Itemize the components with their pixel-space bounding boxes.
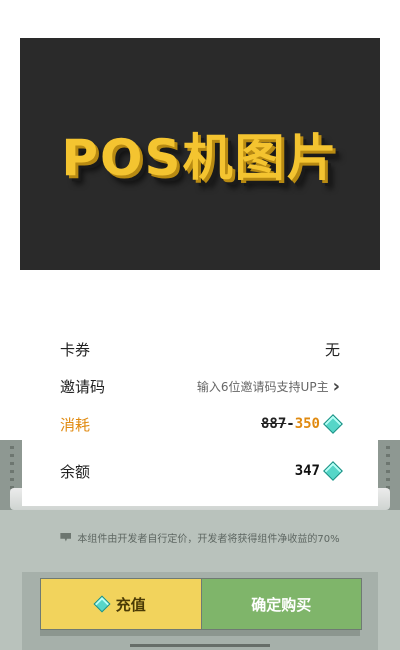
- product-banner: POS机图片: [20, 38, 380, 270]
- recharge-label: 充值: [115, 595, 146, 614]
- chevron-right-icon: ›: [332, 375, 340, 397]
- balance-label: 余额: [60, 462, 91, 481]
- info-icon: [60, 532, 72, 542]
- action-buttons: 充值 确定购买: [40, 578, 362, 630]
- discount-price: 350: [294, 416, 320, 432]
- price-dash: -: [286, 416, 295, 432]
- cost-label: 消耗: [60, 415, 91, 434]
- balance-amount: 347: [294, 463, 320, 479]
- developer-pricing-notice: 本组件由开发者自行定价，开发者将获得组件净收益的70%: [0, 528, 400, 546]
- invite-code-placeholder: 输入6位邀请码支持UP主: [196, 379, 329, 394]
- balance-value: 347: [294, 461, 343, 481]
- coupon-row[interactable]: 卡券 无: [60, 337, 340, 361]
- cost-row: 消耗 887 - 350: [60, 412, 343, 436]
- coupon-value: 无: [324, 340, 340, 359]
- diamond-icon: [323, 414, 343, 434]
- invite-code-label: 邀请码: [60, 377, 106, 396]
- coupon-label: 卡券: [60, 340, 91, 359]
- diamond-icon: [323, 461, 343, 481]
- notice-text: 本组件由开发者自行定价，开发者将获得组件净收益的70%: [77, 533, 340, 545]
- banner-title: POS机图片: [61, 129, 339, 187]
- cost-value: 887 - 350: [260, 414, 343, 434]
- invite-code-row[interactable]: 邀请码 输入6位邀请码支持UP主 ›: [60, 374, 340, 398]
- invite-code-field[interactable]: 输入6位邀请码支持UP主 ›: [197, 376, 340, 397]
- balance-row: 余额 347: [60, 459, 343, 483]
- confirm-purchase-label: 确定购买: [251, 595, 312, 614]
- coin-slot: [130, 644, 270, 647]
- diamond-icon: [93, 595, 111, 613]
- recharge-button[interactable]: 充值: [41, 579, 202, 629]
- confirm-purchase-button[interactable]: 确定购买: [201, 579, 361, 629]
- original-price: 887: [260, 416, 287, 432]
